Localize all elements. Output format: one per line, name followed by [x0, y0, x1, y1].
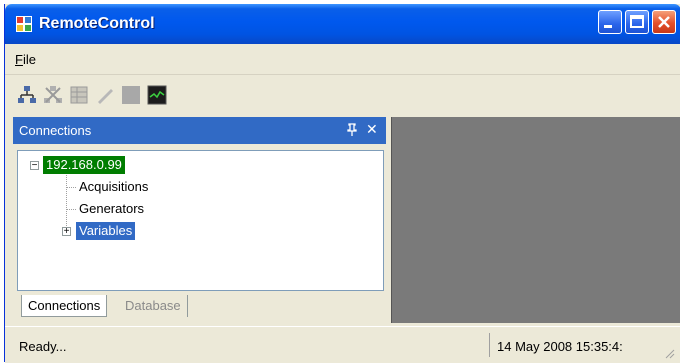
window-title: RemoteControl [39, 15, 155, 32]
connections-panel: Connections ✕ − 192.168.0.99 Acquisition… [13, 117, 386, 321]
close-icon [658, 16, 670, 28]
connection-tree[interactable]: − 192.168.0.99 Acquisitions Generators +… [17, 150, 384, 291]
status-bar: Ready... 14 May 2008 15:35:4: [5, 326, 680, 363]
tree-node-root[interactable]: 192.168.0.99 [43, 156, 125, 174]
tree-line [66, 209, 76, 210]
scope-icon[interactable] [147, 85, 167, 105]
maximize-button[interactable] [625, 10, 649, 34]
toolbar [5, 75, 680, 115]
tab-connections[interactable]: Connections [21, 295, 108, 317]
status-message: Ready... [19, 339, 67, 354]
main-window: RemoteControl File Connections ✕ − 192.1… [4, 4, 680, 363]
tree-node-acquisitions[interactable]: Acquisitions [76, 178, 151, 196]
tree-line [66, 187, 76, 188]
tree-line [66, 175, 67, 232]
menu-file[interactable]: File [15, 52, 36, 67]
workspace-area [391, 117, 680, 323]
stop-icon[interactable] [121, 85, 141, 105]
resize-grip-icon[interactable] [665, 349, 675, 359]
status-timestamp: 14 May 2008 15:35:4: [497, 339, 623, 354]
panel-header: Connections ✕ [13, 117, 386, 144]
title-bar[interactable]: RemoteControl [5, 4, 680, 44]
tree-node-variables[interactable]: Variables [76, 222, 136, 240]
close-window-button[interactable] [652, 10, 676, 34]
tree-node-generators[interactable]: Generators [76, 200, 147, 218]
tab-database[interactable]: Database [119, 295, 188, 317]
network-icon[interactable] [17, 85, 37, 105]
panel-title: Connections [19, 123, 92, 138]
pin-icon[interactable] [346, 123, 358, 137]
expand-icon[interactable]: + [62, 227, 71, 237]
table-icon[interactable] [69, 85, 89, 105]
disconnect-icon[interactable] [43, 85, 63, 105]
minimize-button[interactable] [598, 10, 622, 34]
pencil-icon[interactable] [95, 85, 115, 105]
minimize-icon [604, 25, 612, 28]
panel-close-icon[interactable]: ✕ [366, 121, 378, 138]
panel-tabs: Connections Database [17, 295, 384, 321]
status-divider [489, 333, 490, 357]
app-icon [16, 16, 32, 32]
maximize-icon [630, 15, 644, 28]
menu-bar: File [5, 44, 680, 75]
collapse-icon[interactable]: − [30, 161, 39, 171]
